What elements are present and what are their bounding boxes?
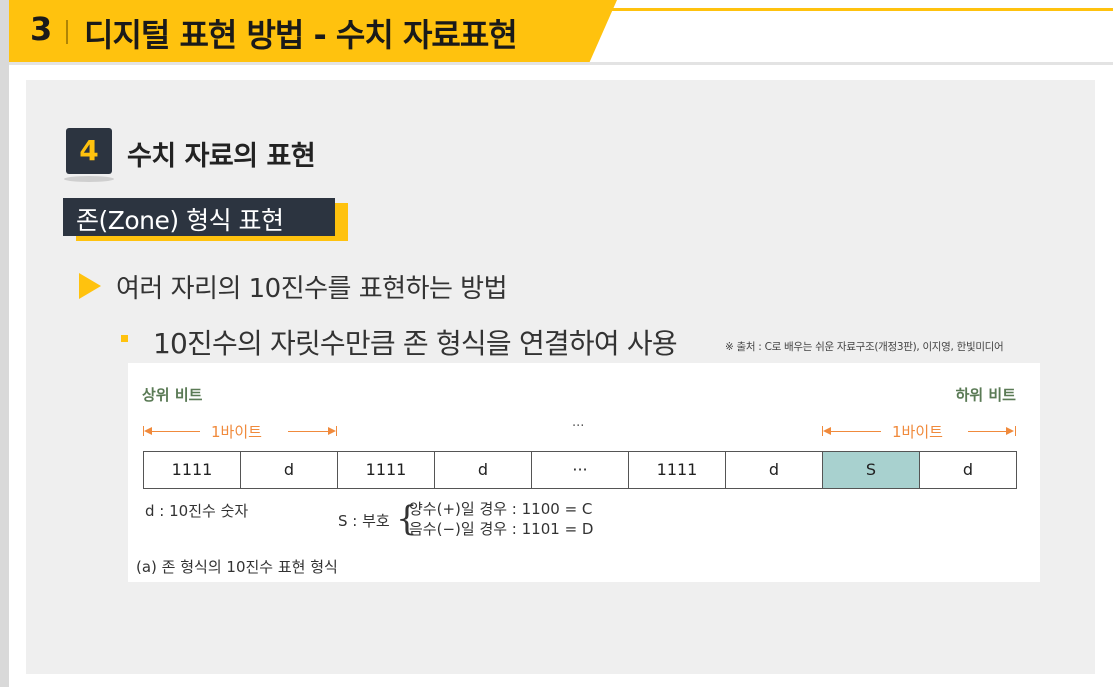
subsection-title: 존(Zone) 형식 표현 — [76, 206, 284, 235]
sign-positive-rule: 양수(+)일 경우 : 1100 = C — [409, 500, 593, 518]
bracket-arrow-right — [328, 427, 336, 435]
bracket-tick — [1015, 426, 1016, 436]
sign-negative-rule: 음수(−)일 경우 : 1101 = D — [409, 520, 594, 538]
bracket-line — [288, 431, 332, 432]
zone-cell: 1111 — [338, 452, 435, 488]
digit-cell: d — [241, 452, 338, 488]
figure-caption: (a) 존 형식의 10진수 표현 형식 — [136, 558, 338, 576]
chapter-number: 3 — [30, 10, 53, 48]
zone-cell: 1111 — [629, 452, 726, 488]
zone-format-figure: 상위 비트 하위 비트 1바이트 ··· 1바이트 1111 d 1111 d … — [128, 363, 1040, 582]
legend-sign: S : 부호 — [338, 512, 390, 530]
triangle-bullet-icon — [79, 273, 101, 299]
square-bullet-icon — [121, 335, 128, 342]
bracket-line — [148, 431, 200, 432]
ellipsis-cell: ··· — [532, 452, 629, 488]
byte-label-right: 1바이트 — [892, 423, 943, 441]
header-separator — [66, 20, 68, 44]
section-title: 수치 자료의 표현 — [127, 141, 316, 172]
digit-cell: d — [962, 460, 974, 479]
bullet-level2: 10진수의 자릿수만큼 존 형식을 연결하여 사용 — [153, 327, 678, 360]
bracket-line — [827, 431, 881, 432]
badge-shadow — [64, 176, 114, 182]
top-ellipsis: ··· — [572, 419, 585, 434]
sign-cell: S — [823, 452, 920, 488]
bracket-line — [968, 431, 1008, 432]
bullet-level1: 여러 자리의 10진수를 표현하는 방법 — [116, 274, 508, 304]
bracket-tick — [336, 426, 337, 436]
lower-bit-label: 하위 비트 — [955, 386, 1016, 404]
zone-cell: 1111 — [144, 452, 241, 488]
byte-label-left: 1바이트 — [211, 423, 262, 441]
source-citation: ※ 출처 : C로 배우는 쉬운 자료구조(개정3판), 이지영, 한빛미디어 — [725, 341, 1004, 353]
header-divider — [9, 62, 1113, 65]
bracket-arrow-right — [1006, 427, 1014, 435]
left-strip — [0, 0, 9, 687]
header-accent-line — [612, 8, 1113, 11]
zone-cells-row: 1111 d 1111 d ··· 1111 d S d — [143, 451, 1017, 489]
page-title: 디지털 표현 방법 - 수치 자료표현 — [84, 16, 518, 54]
legend-digit: d : 10진수 숫자 — [145, 502, 249, 520]
digit-cell: d — [726, 452, 823, 488]
digit-cell: d — [435, 452, 532, 488]
section-number-badge: 4 — [66, 128, 112, 174]
upper-bit-label: 상위 비트 — [142, 386, 203, 404]
